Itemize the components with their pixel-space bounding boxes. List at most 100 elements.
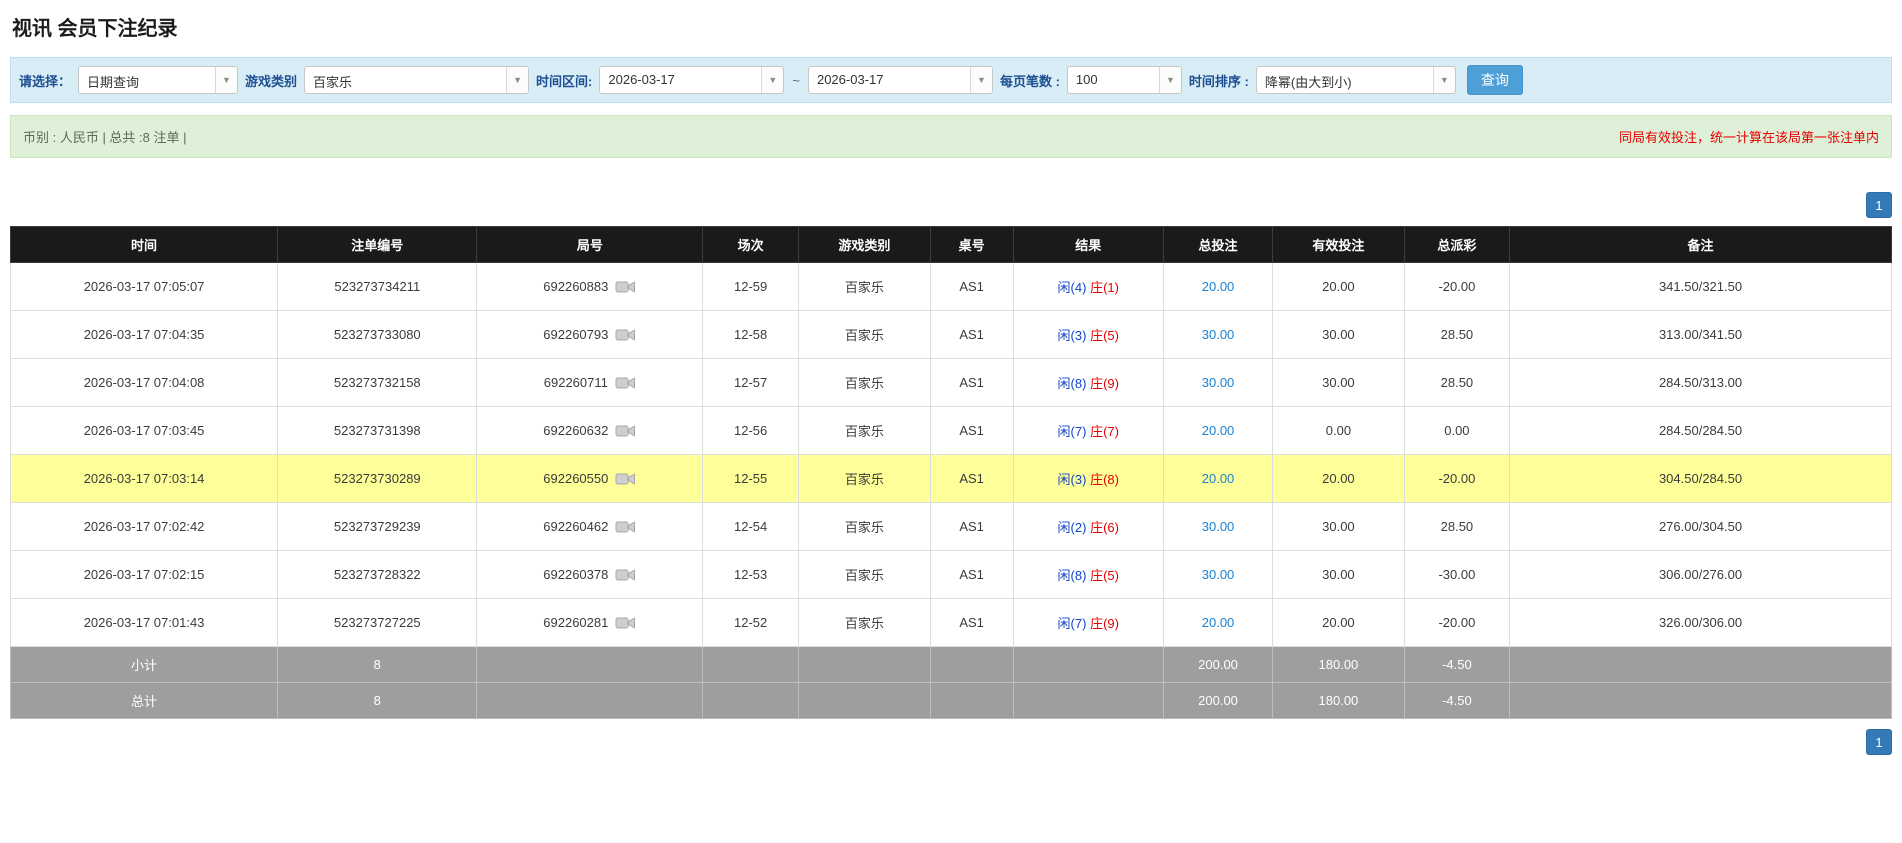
table-body: 2026-03-17 07:05:07 523273734211 692260883… [9,262,1892,647]
video-replay-icon[interactable] [615,375,636,391]
game-type-select[interactable]: 百家乐 ▼ [304,66,530,94]
footer-empty-cell [929,646,1014,683]
date-to-value: 2026-03-17 [816,72,884,87]
round-number: 692260550 [543,471,609,486]
cell-valid-bet: 30.00 [1272,502,1405,551]
chevron-down-icon[interactable]: ▼ [506,67,529,93]
cell-result: 闲(3) 庄(5) [1012,310,1164,359]
date-from-select[interactable]: 2026-03-17 ▼ [599,66,785,94]
chevron-down-icon[interactable]: ▼ [761,67,784,93]
time-sort-value: 降幂(由大到小) [1264,75,1352,90]
chevron-down-icon[interactable]: ▼ [215,67,238,93]
cell-time: 2026-03-17 07:02:15 [9,550,279,599]
table-row: 2026-03-17 07:03:45 523273731398 692260632… [9,406,1892,455]
video-replay-icon[interactable] [615,423,636,439]
page-1-button[interactable]: 1 [1866,192,1892,218]
cell-session: 12-56 [702,406,800,455]
column-header: 结果 [1012,226,1164,263]
cell-total-bet: 20.00 [1162,598,1274,647]
total-bet-link[interactable]: 20.00 [1202,615,1235,630]
total-bet-link[interactable]: 20.00 [1202,471,1235,486]
cell-round: 692260711 [476,358,704,407]
cell-total-bet: 30.00 [1162,310,1274,359]
chevron-down-icon[interactable]: ▼ [1432,67,1455,93]
page-size-select[interactable]: 100 ▼ [1066,66,1182,94]
cell-bet-id: 523273734211 [277,262,478,311]
currency-summary-text: 币别 : 人民币 | 总共 :8 注单 | [23,130,187,145]
cell-round: 692260281 [476,598,704,647]
cell-session: 12-55 [702,454,800,503]
cell-payout: -20.00 [1403,262,1511,311]
video-replay-icon[interactable] [615,471,636,487]
table-foot: 小计 8 200.00 180.00 -4.50 总计 8 200.00 180.00 -4.50 [9,646,1892,719]
cell-total-bet: 30.00 [1162,502,1274,551]
footer-empty-cell [1509,646,1892,683]
cell-note: 284.50/313.00 [1509,358,1892,407]
chevron-down-icon[interactable]: ▼ [1158,67,1181,93]
cell-valid-bet: 30.00 [1272,550,1405,599]
footer-label: 小计 [9,646,279,683]
column-header: 备注 [1509,226,1892,263]
cell-bet-id: 523273731398 [277,406,478,455]
cell-note: 276.00/304.50 [1509,502,1892,551]
cell-round: 692260793 [476,310,704,359]
search-button[interactable]: 查询 [1466,65,1523,95]
bet-records-table: 时间 注单编号 局号 场次 游戏类别 桌号 结果 总投注 有效投注 总派彩 备注 2026-03-1… [9,226,1892,719]
time-range-label: 时间区间: [536,73,593,89]
chevron-down-icon[interactable]: ▼ [969,67,992,93]
cell-game-type: 百家乐 [798,310,931,359]
round-number: 692260378 [543,567,609,582]
total-bet-link[interactable]: 20.00 [1202,279,1235,294]
footer-empty-cell [798,646,931,683]
table-row: 2026-03-17 07:02:42 523273729239 692260462… [9,502,1892,551]
cell-round: 692260883 [476,262,704,311]
cell-round: 692260462 [476,502,704,551]
time-sort-label: 时间排序 : [1188,73,1249,89]
column-header: 总投注 [1162,226,1274,263]
cell-note: 341.50/321.50 [1509,262,1892,311]
date-to-select[interactable]: 2026-03-17 ▼ [807,66,993,94]
query-type-select[interactable]: 日期查询 ▼ [78,66,239,94]
cell-session: 12-58 [702,310,800,359]
cell-bet-id: 523273729239 [277,502,478,551]
column-header: 时间 [9,226,279,263]
footer-total-bet: 200.00 [1162,646,1274,683]
game-type-label: 游戏类别 [245,73,298,89]
footer-payout: -4.50 [1403,646,1511,683]
column-header: 总派彩 [1403,226,1511,263]
column-header: 局号 [476,226,704,263]
video-replay-icon[interactable] [615,615,636,631]
footer-empty-cell [798,682,931,719]
video-replay-icon[interactable] [615,519,636,535]
video-replay-icon[interactable] [615,567,636,583]
cell-bet-id: 523273727225 [277,598,478,647]
table-row: 2026-03-17 07:02:15 523273728322 692260378… [9,550,1892,599]
video-replay-icon[interactable] [615,279,636,295]
cell-note: 284.50/284.50 [1509,406,1892,455]
cell-time: 2026-03-17 07:02:42 [9,502,279,551]
cell-time: 2026-03-17 07:03:45 [9,406,279,455]
cell-result: 闲(3) 庄(8) [1012,454,1164,503]
total-bet-link[interactable]: 30.00 [1202,567,1235,582]
result-player: 闲(7) [1057,424,1087,439]
footer-empty-cell [702,646,800,683]
page-1-button[interactable]: 1 [1866,729,1892,755]
cell-bet-id: 523273732158 [277,358,478,407]
total-bet-link[interactable]: 30.00 [1202,519,1235,534]
video-replay-icon[interactable] [615,327,636,343]
footer-total-bet: 200.00 [1162,682,1274,719]
total-bet-link[interactable]: 20.00 [1202,423,1235,438]
cell-note: 326.00/306.00 [1509,598,1892,647]
footer-valid-bet: 180.00 [1272,682,1405,719]
time-sort-select[interactable]: 降幂(由大到小) ▼ [1255,66,1456,94]
table-row: 2026-03-17 07:04:08 523273732158 692260711… [9,358,1892,407]
result-banker: 庄(6) [1090,520,1119,535]
result-banker: 庄(8) [1090,472,1119,487]
column-header: 桌号 [929,226,1014,263]
total-bet-link[interactable]: 30.00 [1202,375,1235,390]
total-bet-link[interactable]: 30.00 [1202,327,1235,342]
cell-payout: 28.50 [1403,310,1511,359]
cell-game-type: 百家乐 [798,598,931,647]
cell-valid-bet: 20.00 [1272,598,1405,647]
round-number: 692260883 [543,279,609,294]
